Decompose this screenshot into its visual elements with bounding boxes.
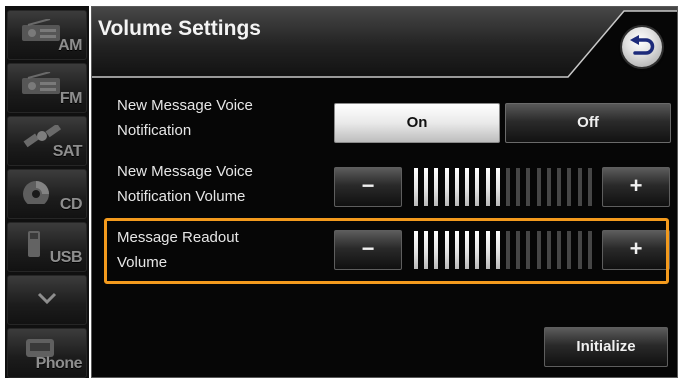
volume-level-segment — [516, 231, 520, 269]
source-label-am: AM — [58, 37, 82, 54]
volume-level-segment — [496, 231, 500, 269]
fm-radio-icon — [22, 72, 60, 94]
source-button-phone[interactable]: Phone — [7, 328, 87, 378]
notification-on-button[interactable]: On — [334, 103, 500, 143]
volume-level-segment — [567, 231, 571, 269]
notification-volume-level-bar[interactable] — [414, 168, 598, 206]
notification-volume-increase-button[interactable]: + — [602, 167, 670, 207]
volume-level-segment — [537, 168, 541, 206]
notification-label-line1: New Message Voice — [117, 97, 253, 114]
volume-level-segment — [465, 168, 469, 206]
volume-level-segment — [414, 231, 418, 269]
volume-level-segment — [465, 231, 469, 269]
volume-level-segment — [547, 231, 551, 269]
back-button[interactable] — [622, 27, 662, 67]
volume-level-segment — [496, 168, 500, 206]
notification-volume-decrease-button[interactable]: − — [334, 167, 402, 207]
readout-volume-decrease-button[interactable]: − — [334, 230, 402, 270]
notification-volume-label-line1: New Message Voice — [117, 163, 253, 180]
source-button-sat[interactable]: SAT — [7, 116, 87, 166]
volume-level-segment — [526, 231, 530, 269]
volume-level-segment — [455, 231, 459, 269]
volume-level-segment — [506, 231, 510, 269]
volume-level-segment — [455, 168, 459, 206]
readout-volume-label-line1: Message Readout — [117, 229, 239, 246]
volume-level-segment — [526, 168, 530, 206]
source-label-sat: SAT — [52, 143, 83, 160]
page-title: Volume Settings — [98, 17, 261, 40]
readout-volume-label: Message Readout Volume — [117, 225, 332, 275]
source-button-fm[interactable]: FM — [7, 63, 87, 113]
volume-level-segment — [475, 168, 479, 206]
settings-panel: Volume Settings New Message Voice Notifi… — [91, 6, 678, 378]
volume-level-segment — [445, 231, 449, 269]
volume-level-segment — [434, 168, 438, 206]
notification-volume-label-line2: Notification Volume — [117, 188, 246, 205]
volume-level-segment — [506, 168, 510, 206]
initialize-button[interactable]: Initialize — [544, 327, 668, 367]
notification-volume-label: New Message Voice Notification Volume — [117, 159, 332, 209]
volume-level-segment — [486, 168, 490, 206]
chevron-down-icon — [37, 292, 57, 305]
notification-off-button[interactable]: Off — [505, 103, 671, 143]
notification-label: New Message Voice Notification — [117, 93, 332, 143]
source-label-phone: Phone — [35, 355, 83, 372]
volume-level-segment — [578, 168, 582, 206]
readout-volume-label-line2: Volume — [117, 254, 168, 271]
volume-level-segment — [578, 231, 582, 269]
notification-label-line2: Notification — [117, 122, 192, 139]
source-sidebar: AM FM SAT CD USB Phone — [5, 6, 89, 378]
source-button-cd[interactable]: CD — [7, 169, 87, 219]
volume-level-segment — [414, 168, 418, 206]
screen: AM FM SAT CD USB Phone Volume Settings N… — [0, 0, 687, 381]
back-arrow-icon — [630, 35, 655, 55]
volume-level-segment — [588, 231, 592, 269]
readout-volume-level-bar[interactable] — [414, 231, 598, 269]
source-more-button[interactable] — [7, 275, 87, 325]
source-label-cd: CD — [59, 196, 83, 213]
readout-volume-increase-button[interactable]: + — [602, 230, 670, 270]
source-button-usb[interactable]: USB — [7, 222, 87, 272]
volume-level-segment — [434, 231, 438, 269]
source-label-usb: USB — [49, 249, 83, 266]
volume-level-segment — [445, 168, 449, 206]
cd-icon — [23, 181, 49, 204]
volume-level-segment — [486, 231, 490, 269]
volume-level-segment — [424, 231, 428, 269]
volume-level-segment — [547, 168, 551, 206]
volume-level-segment — [475, 231, 479, 269]
volume-level-segment — [588, 168, 592, 206]
source-label-fm: FM — [59, 90, 83, 107]
volume-level-segment — [516, 168, 520, 206]
volume-level-segment — [557, 231, 561, 269]
volume-level-segment — [557, 168, 561, 206]
volume-level-segment — [567, 168, 571, 206]
volume-level-segment — [424, 168, 428, 206]
volume-level-segment — [537, 231, 541, 269]
source-button-am[interactable]: AM — [7, 10, 87, 60]
